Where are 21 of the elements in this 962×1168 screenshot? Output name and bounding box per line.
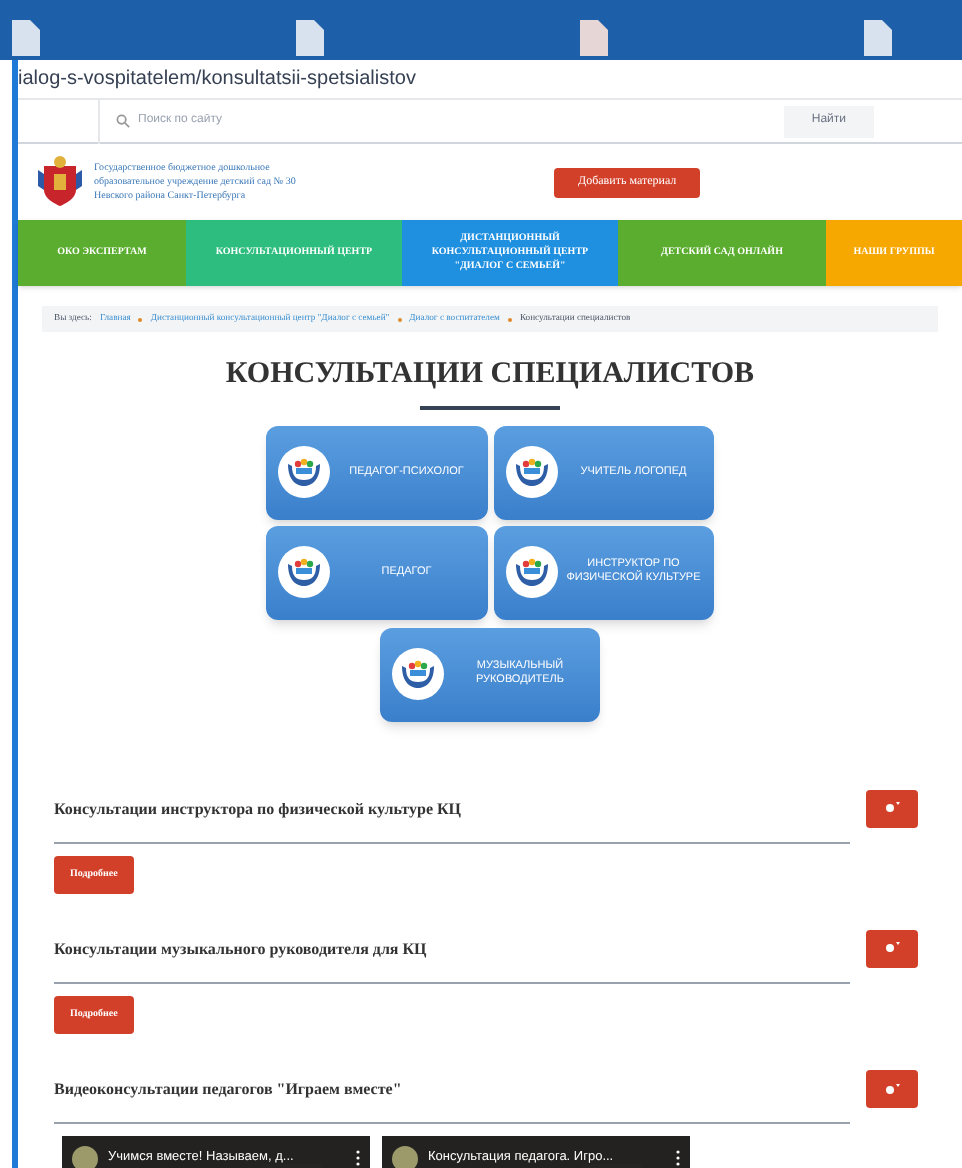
- settings-button[interactable]: [866, 789, 918, 827]
- file-icon[interactable]: [864, 20, 892, 56]
- settings-button[interactable]: [866, 1070, 918, 1108]
- address-bar[interactable]: ialog-s-vospitatelem/konsultatsii-spetsialistov: [18, 64, 416, 94]
- file-icon[interactable]: [12, 20, 40, 56]
- file-icon[interactable]: [296, 20, 324, 56]
- channel-avatar-icon: [392, 1145, 418, 1168]
- emblem-icon: [38, 154, 82, 210]
- hands-icon: [278, 546, 330, 598]
- hands-icon: [278, 446, 330, 498]
- settings-button[interactable]: [866, 929, 918, 968]
- page-title: КОНСУЛЬТАЦИИ СПЕЦИАЛИСТОВ: [223, 356, 757, 394]
- file-icon[interactable]: [580, 20, 608, 56]
- hands-icon: [505, 546, 557, 598]
- channel-avatar-icon: [72, 1145, 98, 1168]
- hands-icon: [392, 648, 444, 700]
- section-title: Консультации инструктора по физической культуре КЦ: [54, 799, 462, 817]
- search-icon: [116, 114, 130, 128]
- section-title: Консультации музыкального руководителя для КЦ: [54, 939, 427, 958]
- section-title: Видеоконсультации педагогов "Играем вместе": [54, 1080, 402, 1098]
- hands-icon: [505, 446, 557, 498]
